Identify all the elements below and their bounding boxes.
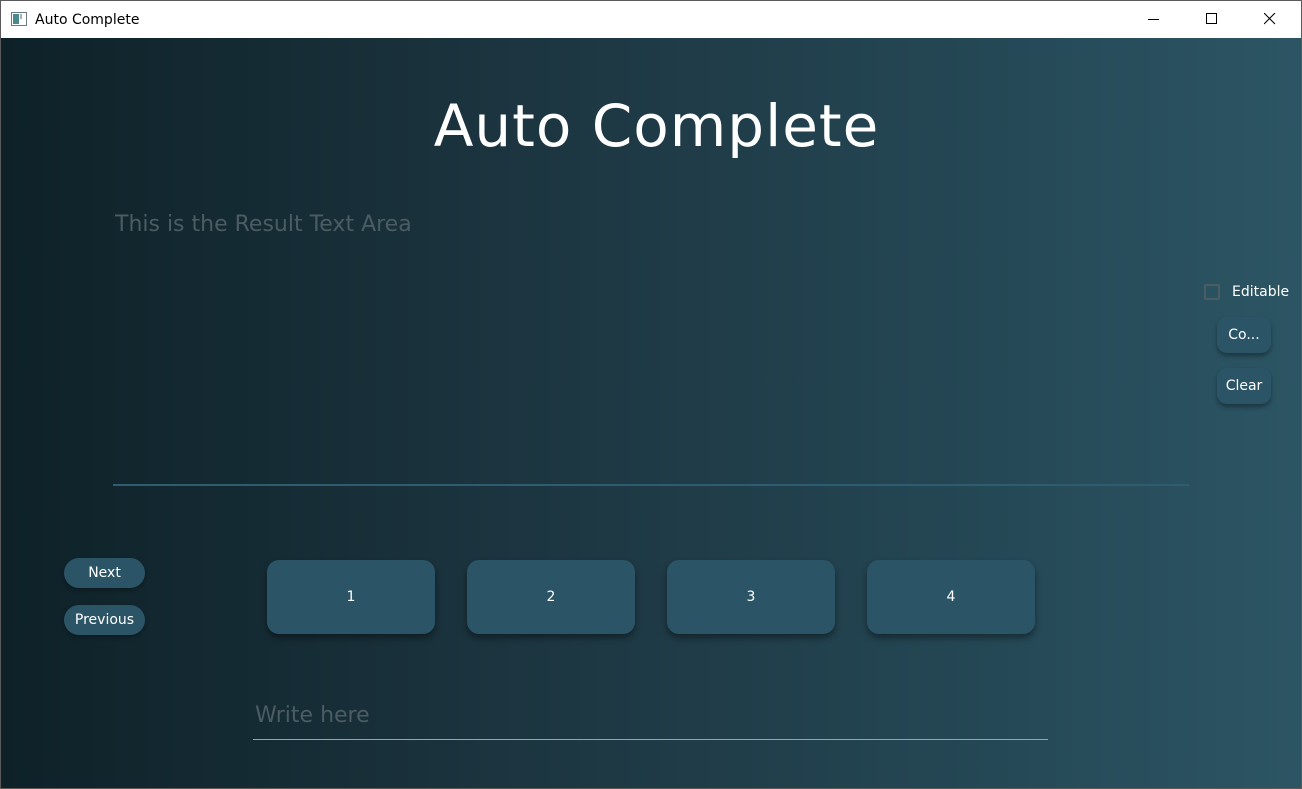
suggestion-button-2[interactable]: 2 (467, 560, 635, 634)
suggestion-button-4[interactable]: 4 (867, 560, 1035, 634)
title-bar[interactable]: Auto Complete (1, 1, 1301, 38)
close-icon (1264, 13, 1276, 25)
app-icon (11, 12, 27, 26)
suggestion-button-1[interactable]: 1 (267, 560, 435, 634)
previous-button[interactable]: Previous (64, 605, 145, 635)
window-title: Auto Complete (35, 12, 140, 28)
main-content: Auto Complete Editable Co... Clear Next … (1, 38, 1301, 788)
clear-button[interactable]: Clear (1217, 368, 1271, 404)
maximize-button[interactable] (1183, 1, 1241, 38)
write-here-input[interactable] (253, 692, 1048, 740)
result-text-area[interactable] (113, 198, 1189, 486)
editable-label: Editable (1232, 284, 1290, 300)
minimize-icon (1148, 19, 1159, 20)
app-window: Auto Complete Auto Complete Editable Co.… (0, 0, 1302, 789)
editable-checkbox[interactable] (1204, 284, 1220, 300)
close-button[interactable] (1241, 1, 1299, 38)
suggestion-button-3[interactable]: 3 (667, 560, 835, 634)
minimize-button[interactable] (1125, 1, 1183, 38)
page-title: Auto Complete (433, 92, 880, 160)
copy-button[interactable]: Co... (1217, 317, 1271, 353)
next-button[interactable]: Next (64, 558, 145, 588)
maximize-icon (1206, 13, 1217, 24)
